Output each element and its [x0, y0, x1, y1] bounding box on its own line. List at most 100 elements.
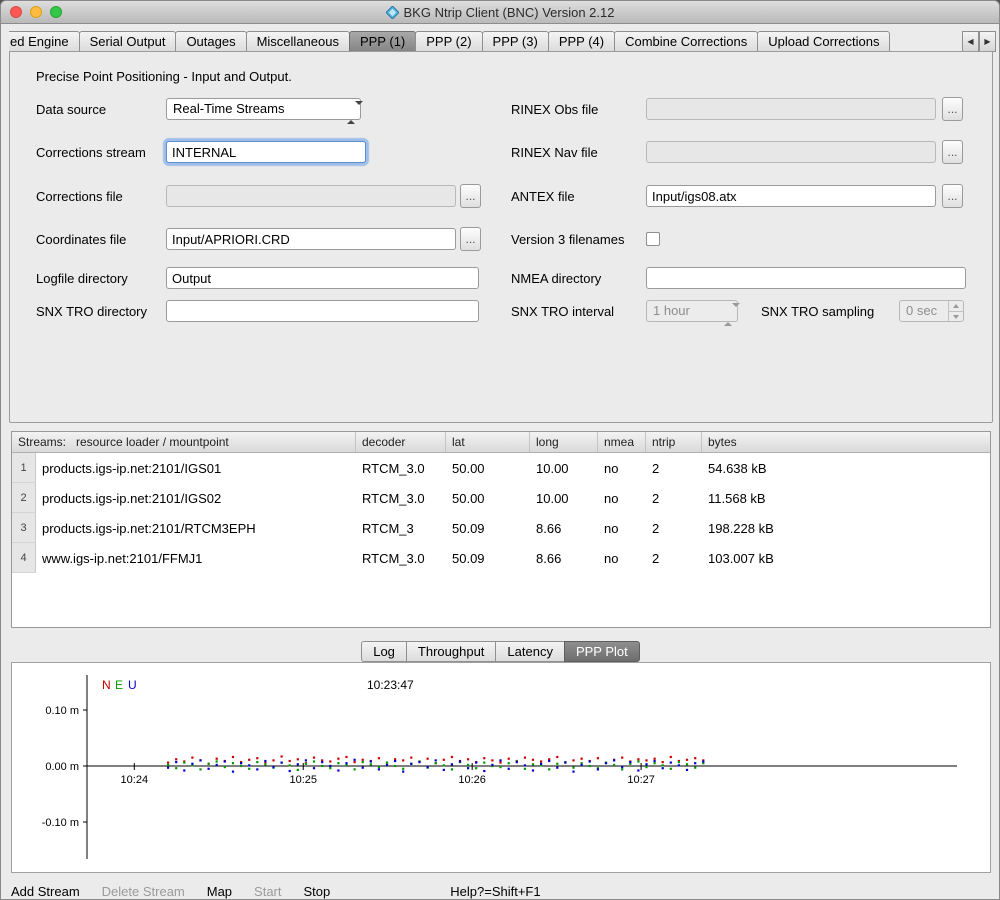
- add-stream-button[interactable]: Add Stream: [11, 884, 80, 899]
- cell-bytes: 54.638 kB: [702, 453, 990, 483]
- spinner-buttons[interactable]: [948, 301, 963, 321]
- antex-file-browse-button[interactable]: ...: [942, 184, 963, 208]
- left-arrow-icon: ◀: [967, 37, 973, 46]
- cell-nmea: no: [598, 543, 646, 573]
- cell-nmea: no: [598, 453, 646, 483]
- tab-combine-corrections[interactable]: Combine Corrections: [614, 31, 758, 52]
- bnc-window: BKG Ntrip Client (BNC) Version 2.12 ed E…: [0, 0, 1000, 900]
- cell-bytes: 103.007 kB: [702, 543, 990, 573]
- snx-tro-interval-label: SNX TRO interval: [511, 304, 614, 319]
- header-long[interactable]: long: [530, 432, 598, 452]
- rinex-nav-file-input[interactable]: [646, 141, 936, 163]
- coordinates-file-input[interactable]: [166, 228, 456, 250]
- logfile-directory-input[interactable]: [166, 267, 479, 289]
- stream-row[interactable]: 1products.igs-ip.net:2101/IGS01RTCM_3.05…: [12, 453, 990, 483]
- rinex-nav-file-browse-button[interactable]: ...: [942, 140, 963, 164]
- window-titlebar: BKG Ntrip Client (BNC) Version 2.12: [1, 1, 999, 24]
- data-source-combobox[interactable]: Real-Time Streams: [166, 98, 361, 120]
- tab-outages[interactable]: Outages: [175, 31, 246, 52]
- stream-row[interactable]: 2products.igs-ip.net:2101/IGS02RTCM_3.05…: [12, 483, 990, 513]
- header-lat[interactable]: lat: [446, 432, 530, 452]
- version3-filenames-label: Version 3 filenames: [511, 232, 624, 247]
- logfile-directory-label: Logfile directory: [36, 271, 128, 286]
- tab-upload-corrections[interactable]: Upload Corrections: [757, 31, 890, 52]
- snx-tro-directory-input[interactable]: [166, 300, 479, 322]
- tab-ppp-4[interactable]: PPP (4): [548, 31, 615, 52]
- nmea-directory-input[interactable]: [646, 267, 966, 289]
- snx-tro-sampling-spinbox[interactable]: 0 sec: [899, 300, 964, 322]
- stop-button[interactable]: Stop: [304, 884, 331, 899]
- rinex-obs-file-input[interactable]: [646, 98, 936, 120]
- plot-tab-bar: LogThroughputLatencyPPP Plot: [1, 641, 999, 662]
- window-zoom-button[interactable]: [50, 6, 62, 18]
- header-decoder[interactable]: decoder: [356, 432, 446, 452]
- svg-text:10:26: 10:26: [458, 774, 486, 786]
- start-button: Start: [254, 884, 281, 899]
- cell-lat: 50.00: [446, 483, 530, 513]
- row-number[interactable]: 3: [12, 513, 36, 543]
- snx-tro-interval-combobox[interactable]: 1 hour: [646, 300, 738, 322]
- svg-text:U: U: [128, 678, 137, 692]
- tab-scroll-buttons: ◀ ▶: [962, 31, 996, 52]
- tab-miscellaneous[interactable]: Miscellaneous: [246, 31, 350, 52]
- rinex-obs-file-browse-button[interactable]: ...: [942, 97, 963, 121]
- ppp-plot-canvas: 0.10 m0.00 m-0.10 m10:2410:2510:2610:27N…: [12, 663, 990, 872]
- version3-filenames-checkbox[interactable]: [646, 232, 660, 246]
- cell-decoder: RTCM_3.0: [356, 543, 446, 573]
- window-close-button[interactable]: [10, 6, 22, 18]
- cell-mountpoint: www.igs-ip.net:2101/FFMJ1: [36, 543, 356, 573]
- cell-bytes: 198.228 kB: [702, 513, 990, 543]
- stream-row[interactable]: 4www.igs-ip.net:2101/FFMJ1RTCM_3.050.098…: [12, 543, 990, 573]
- header-nmea[interactable]: nmea: [598, 432, 646, 452]
- combo-stepper-icon: [724, 305, 732, 325]
- cell-ntrip: 2: [646, 513, 702, 543]
- tab-scroll-left-button[interactable]: ◀: [962, 31, 979, 52]
- corrections-file-browse-button[interactable]: ...: [460, 184, 481, 208]
- snx-tro-sampling-label: SNX TRO sampling: [761, 304, 874, 319]
- tab-ppp-plot[interactable]: PPP Plot: [564, 641, 640, 662]
- window-title: BKG Ntrip Client (BNC) Version 2.12: [404, 5, 615, 20]
- window-title-area: BKG Ntrip Client (BNC) Version 2.12: [1, 1, 999, 23]
- tab-throughput[interactable]: Throughput: [406, 641, 497, 662]
- cell-bytes: 11.568 kB: [702, 483, 990, 513]
- tab-ed-engine[interactable]: ed Engine: [9, 31, 80, 52]
- tab-ppp-1[interactable]: PPP (1): [349, 31, 416, 52]
- header-bytes[interactable]: bytes: [702, 432, 990, 452]
- tab-scroll-right-button[interactable]: ▶: [979, 31, 996, 52]
- cell-ntrip: 2: [646, 483, 702, 513]
- cell-nmea: no: [598, 513, 646, 543]
- row-number[interactable]: 1: [12, 453, 36, 483]
- svg-text:10:27: 10:27: [627, 774, 655, 786]
- ppp-description: Precise Point Positioning - Input and Ou…: [36, 69, 292, 84]
- status-bar: Add StreamDelete StreamMapStartStopHelp?…: [11, 881, 991, 900]
- traffic-lights: [10, 6, 62, 18]
- row-number[interactable]: 2: [12, 483, 36, 513]
- stream-row[interactable]: 3products.igs-ip.net:2101/RTCM3EPHRTCM_3…: [12, 513, 990, 543]
- data-source-label: Data source: [36, 102, 106, 117]
- cell-lat: 50.09: [446, 513, 530, 543]
- streams-table-body: 1products.igs-ip.net:2101/IGS01RTCM_3.05…: [12, 453, 990, 573]
- tab-ppp-2[interactable]: PPP (2): [415, 31, 482, 52]
- antex-file-input[interactable]: [646, 185, 936, 207]
- svg-text:10:24: 10:24: [121, 774, 149, 786]
- coordinates-file-browse-button[interactable]: ...: [460, 227, 481, 251]
- ppp-plot-frame: 0.10 m0.00 m-0.10 m10:2410:2510:2610:27N…: [11, 662, 991, 873]
- corrections-stream-input[interactable]: [166, 141, 366, 163]
- cell-decoder: RTCM_3: [356, 513, 446, 543]
- map-button[interactable]: Map: [207, 884, 232, 899]
- coordinates-file-label: Coordinates file: [36, 232, 126, 247]
- tab-serial-output[interactable]: Serial Output: [79, 31, 177, 52]
- cell-decoder: RTCM_3.0: [356, 483, 446, 513]
- streams-table: Streams: resource loader / mountpoint de…: [11, 431, 991, 628]
- header-mountpoint[interactable]: Streams: resource loader / mountpoint: [12, 432, 356, 452]
- app-icon: [386, 6, 399, 19]
- tab-ppp-3[interactable]: PPP (3): [482, 31, 549, 52]
- corrections-file-input[interactable]: [166, 185, 456, 207]
- cell-mountpoint: products.igs-ip.net:2101/IGS02: [36, 483, 356, 513]
- header-ntrip[interactable]: ntrip: [646, 432, 702, 452]
- help-hint: Help?=Shift+F1: [450, 884, 540, 899]
- window-minimize-button[interactable]: [30, 6, 42, 18]
- tab-log[interactable]: Log: [361, 641, 407, 662]
- row-number[interactable]: 4: [12, 543, 36, 573]
- tab-latency[interactable]: Latency: [495, 641, 565, 662]
